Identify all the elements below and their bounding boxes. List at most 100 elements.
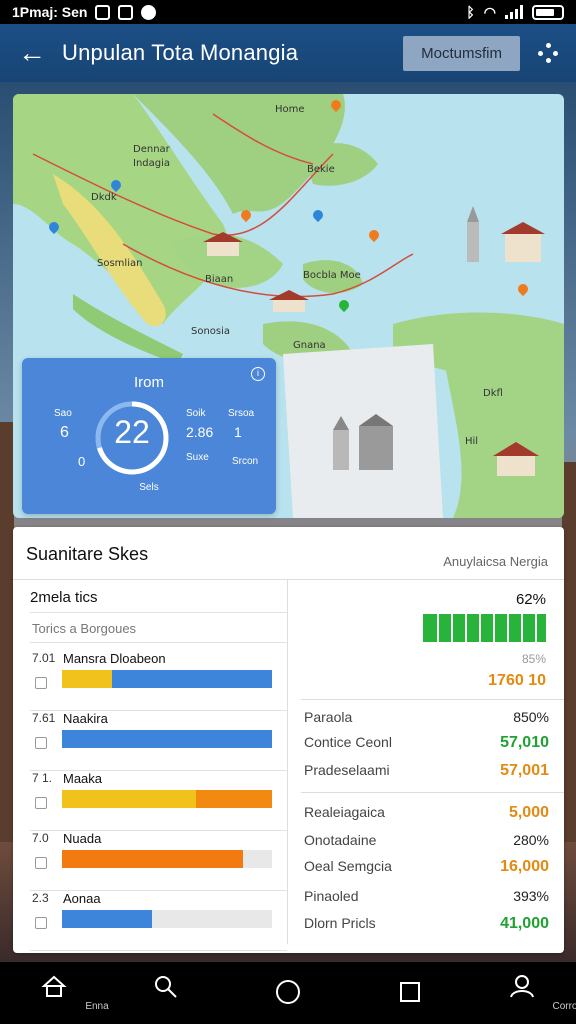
circle-home-icon (276, 980, 300, 1004)
search-icon (155, 976, 177, 998)
row-progress-bar (62, 670, 272, 688)
list-item[interactable]: 7.0 Nuada (13, 831, 287, 891)
row-checkbox[interactable] (35, 857, 47, 869)
stat-label: Realeiagaica (304, 804, 385, 820)
row-progress-bar (62, 910, 272, 928)
row-number: 7 1. (32, 771, 53, 785)
page-title: Unpulan Tota Monangia (62, 40, 299, 65)
map-label: Hil (465, 436, 479, 447)
list-item[interactable]: 7.01 Mansra Dloabeon (13, 651, 287, 711)
wifi-icon: ◠ (483, 3, 496, 20)
row-number: 2.3 (32, 891, 49, 905)
list-subheader: Torics a Borgoues (32, 621, 137, 636)
panel-subtitle: Anuylaicsa Nergia (443, 554, 548, 569)
stat-label: Onotadaine (304, 832, 377, 848)
house-landmark-icon (493, 442, 539, 476)
right-top-percent: 62% (515, 591, 546, 608)
row-progress-bar (62, 730, 272, 748)
row-name: Nuada (63, 831, 102, 846)
map-label: Dennar (133, 144, 170, 155)
divider (301, 699, 564, 700)
status-bar: 1Pmaj: Sen ᛒ ◠ (0, 0, 576, 24)
stat-value: 57,001 (500, 762, 549, 779)
row-number: 7.61 (32, 711, 56, 725)
more-options-icon[interactable] (538, 43, 558, 63)
stat-value: 41,000 (500, 915, 549, 932)
widget-right-label: Srsoa (228, 408, 255, 419)
back-arrow-icon[interactable]: ← (18, 37, 48, 69)
list-header: 2mela tics (30, 589, 98, 606)
stats-widget[interactable]: Irom i 22 Sao 6 0 Soik 2.86 Suxe Srsoa 1… (22, 358, 276, 514)
nav-home-button[interactable] (258, 962, 318, 1024)
stat-value: 393% (513, 888, 549, 904)
square-recents-icon (400, 982, 420, 1002)
stat-label: Dlorn Pricls (304, 915, 376, 931)
app-bar: ← Unpulan Tota Monangia Moctumsfim (0, 24, 576, 82)
map-label: Biaan (205, 274, 234, 285)
stat-value: 280% (513, 832, 549, 848)
nav-account[interactable]: Corro (492, 962, 576, 1024)
widget-footer: Sels (139, 482, 159, 493)
signal-icon (505, 5, 523, 19)
row-number: 7.01 (32, 651, 56, 665)
widget-left-value: 6 (60, 424, 69, 441)
stat-row: Pradeselaami 57,001 (304, 762, 549, 780)
bottom-navigation: Enna Corro (0, 962, 576, 1024)
gallery-icon (118, 4, 134, 20)
stat-value: 57,010 (500, 734, 549, 751)
row-progress-accent (62, 790, 197, 808)
map-label: Bocbla Moe (303, 270, 361, 281)
info-icon[interactable]: i (251, 367, 265, 381)
stat-row: Pinaoled 393% (304, 888, 549, 906)
stat-value: 850% (513, 709, 549, 725)
green-progress-bar (423, 614, 546, 642)
nav-recents[interactable] (380, 962, 440, 1024)
nav-home-label: Enna (85, 1001, 109, 1012)
divider (287, 579, 288, 944)
divider (13, 579, 564, 580)
map-label: Indagia (133, 158, 171, 169)
row-checkbox[interactable] (35, 797, 47, 809)
right-small-value: 85% (521, 652, 546, 666)
row-name: Naakira (63, 711, 108, 726)
row-checkbox[interactable] (35, 737, 47, 749)
row-checkbox[interactable] (35, 677, 47, 689)
account-icon (510, 975, 534, 998)
nav-search[interactable] (136, 962, 196, 1024)
widget-right-value: 1 (234, 424, 242, 440)
city-landmark-icon (467, 206, 545, 262)
widget-right-value: 2.86 (186, 424, 214, 440)
map-label: Sosmlian (97, 258, 143, 269)
notification-icon (95, 4, 111, 20)
action-button[interactable]: Moctumsfim (403, 35, 520, 71)
widget-left-bottom: 0 (78, 454, 86, 469)
widget-value: 22 (114, 414, 150, 450)
row-name: Mansra Dloabeon (63, 651, 166, 666)
home-icon (41, 975, 67, 997)
stat-label: Pinaoled (304, 888, 359, 904)
map-label: Gnana (293, 340, 326, 351)
row-name: Maaka (63, 771, 103, 786)
panel-title: Suanitare Skes (26, 544, 149, 564)
row-checkbox[interactable] (35, 917, 47, 929)
palace-landmark-icon (269, 290, 309, 312)
row-progress-bar (62, 790, 272, 808)
stat-row: Dlorn Pricls 41,000 (304, 915, 549, 933)
list-item[interactable]: 7 1. Maaka (13, 771, 287, 831)
list-item[interactable]: 7.61 Naakira (13, 711, 287, 771)
stat-label: Paraola (304, 709, 353, 725)
battery-icon (532, 4, 564, 20)
stat-row: Contice Ceonl 57,010 (304, 734, 549, 752)
stat-label: Oeal Semgcia (304, 858, 392, 874)
stat-value: 16,000 (500, 858, 549, 875)
row-progress-fill (62, 730, 272, 748)
row-progress-fill (62, 850, 243, 868)
widget-title: Irom (134, 374, 164, 391)
right-big-value: 1760 10 (488, 672, 546, 689)
map-label: Home (275, 104, 305, 115)
nav-home[interactable]: Enna (24, 962, 109, 1024)
stat-row: Onotadaine 280% (304, 832, 549, 850)
list-item[interactable]: 2.3 Aonaa (13, 891, 287, 951)
stat-row: Oeal Semgcia 16,000 (304, 858, 549, 876)
row-progress-bar (62, 850, 272, 868)
